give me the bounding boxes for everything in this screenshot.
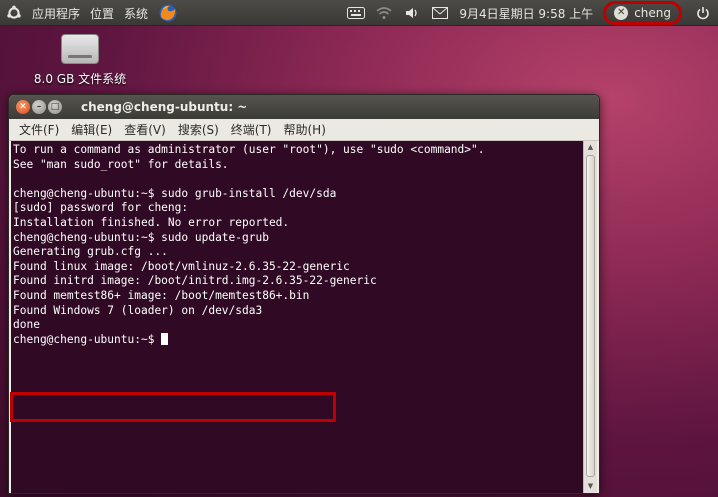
terminal-line: Found linux image: /boot/vmlinuz-2.6.35-… bbox=[13, 259, 350, 273]
terminal-cursor bbox=[161, 332, 169, 345]
menu-view[interactable]: 查看(V) bbox=[124, 121, 166, 138]
mail-icon[interactable] bbox=[431, 6, 449, 20]
power-icon[interactable] bbox=[694, 6, 712, 20]
maximize-icon[interactable]: □ bbox=[48, 100, 62, 114]
panel-right: 9月4日星期日 9:58 上午 ✕ cheng bbox=[347, 0, 712, 26]
desktop-drive-icon[interactable]: 8.0 GB 文件系统 bbox=[28, 34, 132, 92]
terminal-line: done bbox=[13, 318, 40, 332]
terminal-scrollbar[interactable]: ▲ ▼ bbox=[583, 141, 597, 493]
top-panel: 应用程序 位置 系统 9月4日星期日 9:58 上午 ✕ cheng bbox=[0, 0, 718, 26]
terminal-line: Found initrd image: /boot/initrd.img-2.6… bbox=[13, 274, 377, 288]
terminal-prompt: cheng@cheng-ubuntu:~$ bbox=[13, 332, 162, 346]
panel-clock[interactable]: 9月4日星期日 9:58 上午 bbox=[459, 5, 593, 22]
panel-username: cheng bbox=[634, 6, 671, 20]
wifi-icon[interactable] bbox=[375, 6, 393, 20]
drive-label: 8.0 GB 文件系统 bbox=[33, 72, 127, 86]
terminal-line: Found Windows 7 (loader) on /dev/sda3 bbox=[13, 303, 263, 317]
terminal-line: Generating grub.cfg ... bbox=[13, 245, 168, 259]
menu-file[interactable]: 文件(F) bbox=[19, 121, 59, 138]
window-titlebar[interactable]: ✕ – □ cheng@cheng-ubuntu: ~ bbox=[9, 95, 599, 119]
drive-icon bbox=[61, 34, 99, 64]
ubuntu-logo-icon[interactable] bbox=[6, 5, 22, 21]
close-icon[interactable]: ✕ bbox=[16, 100, 30, 114]
scroll-up-icon[interactable]: ▲ bbox=[584, 141, 597, 154]
scroll-down-icon[interactable]: ▼ bbox=[584, 480, 597, 493]
highlight-annotation bbox=[10, 392, 336, 422]
user-icon: ✕ bbox=[614, 6, 629, 20]
menu-terminal[interactable]: 终端(T) bbox=[231, 121, 272, 138]
terminal-line: Installation finished. No error reported… bbox=[13, 215, 290, 229]
menu-applications[interactable]: 应用程序 bbox=[32, 5, 80, 22]
terminal-line: cheng@cheng-ubuntu:~$ sudo update-grub bbox=[13, 230, 269, 244]
terminal-window: ✕ – □ cheng@cheng-ubuntu: ~ 文件(F) 编辑(E) … bbox=[8, 94, 600, 494]
menu-help[interactable]: 帮助(H) bbox=[284, 121, 326, 138]
window-title: cheng@cheng-ubuntu: ~ bbox=[81, 100, 248, 114]
volume-icon[interactable] bbox=[403, 6, 421, 20]
panel-left: 应用程序 位置 系统 bbox=[6, 0, 178, 26]
terminal-line: [sudo] password for cheng: bbox=[13, 201, 189, 215]
terminal-line: See "man sudo_root" for details. bbox=[13, 157, 229, 171]
terminal-line: Found memtest86+ image: /boot/memtest86+… bbox=[13, 288, 310, 302]
user-menu[interactable]: ✕ cheng bbox=[603, 1, 682, 25]
menu-edit[interactable]: 编辑(E) bbox=[71, 121, 112, 138]
firefox-icon[interactable] bbox=[158, 3, 178, 23]
menu-places[interactable]: 位置 bbox=[90, 5, 114, 22]
window-buttons: ✕ – □ bbox=[16, 100, 62, 114]
scrollbar-thumb[interactable] bbox=[586, 155, 595, 477]
terminal-prompt-line[interactable]: cheng@cheng-ubuntu:~$ bbox=[13, 332, 587, 348]
keyboard-icon[interactable] bbox=[347, 6, 366, 20]
minimize-icon[interactable]: – bbox=[32, 100, 46, 114]
terminal-line: cheng@cheng-ubuntu:~$ sudo grub-install … bbox=[13, 186, 337, 200]
terminal-output[interactable]: To run a command as administrator (user … bbox=[11, 141, 587, 493]
menubar: 文件(F) 编辑(E) 查看(V) 搜索(S) 终端(T) 帮助(H) bbox=[9, 119, 599, 141]
menu-search[interactable]: 搜索(S) bbox=[178, 121, 219, 138]
terminal-line: To run a command as administrator (user … bbox=[13, 143, 485, 156]
menu-system[interactable]: 系统 bbox=[124, 5, 148, 22]
